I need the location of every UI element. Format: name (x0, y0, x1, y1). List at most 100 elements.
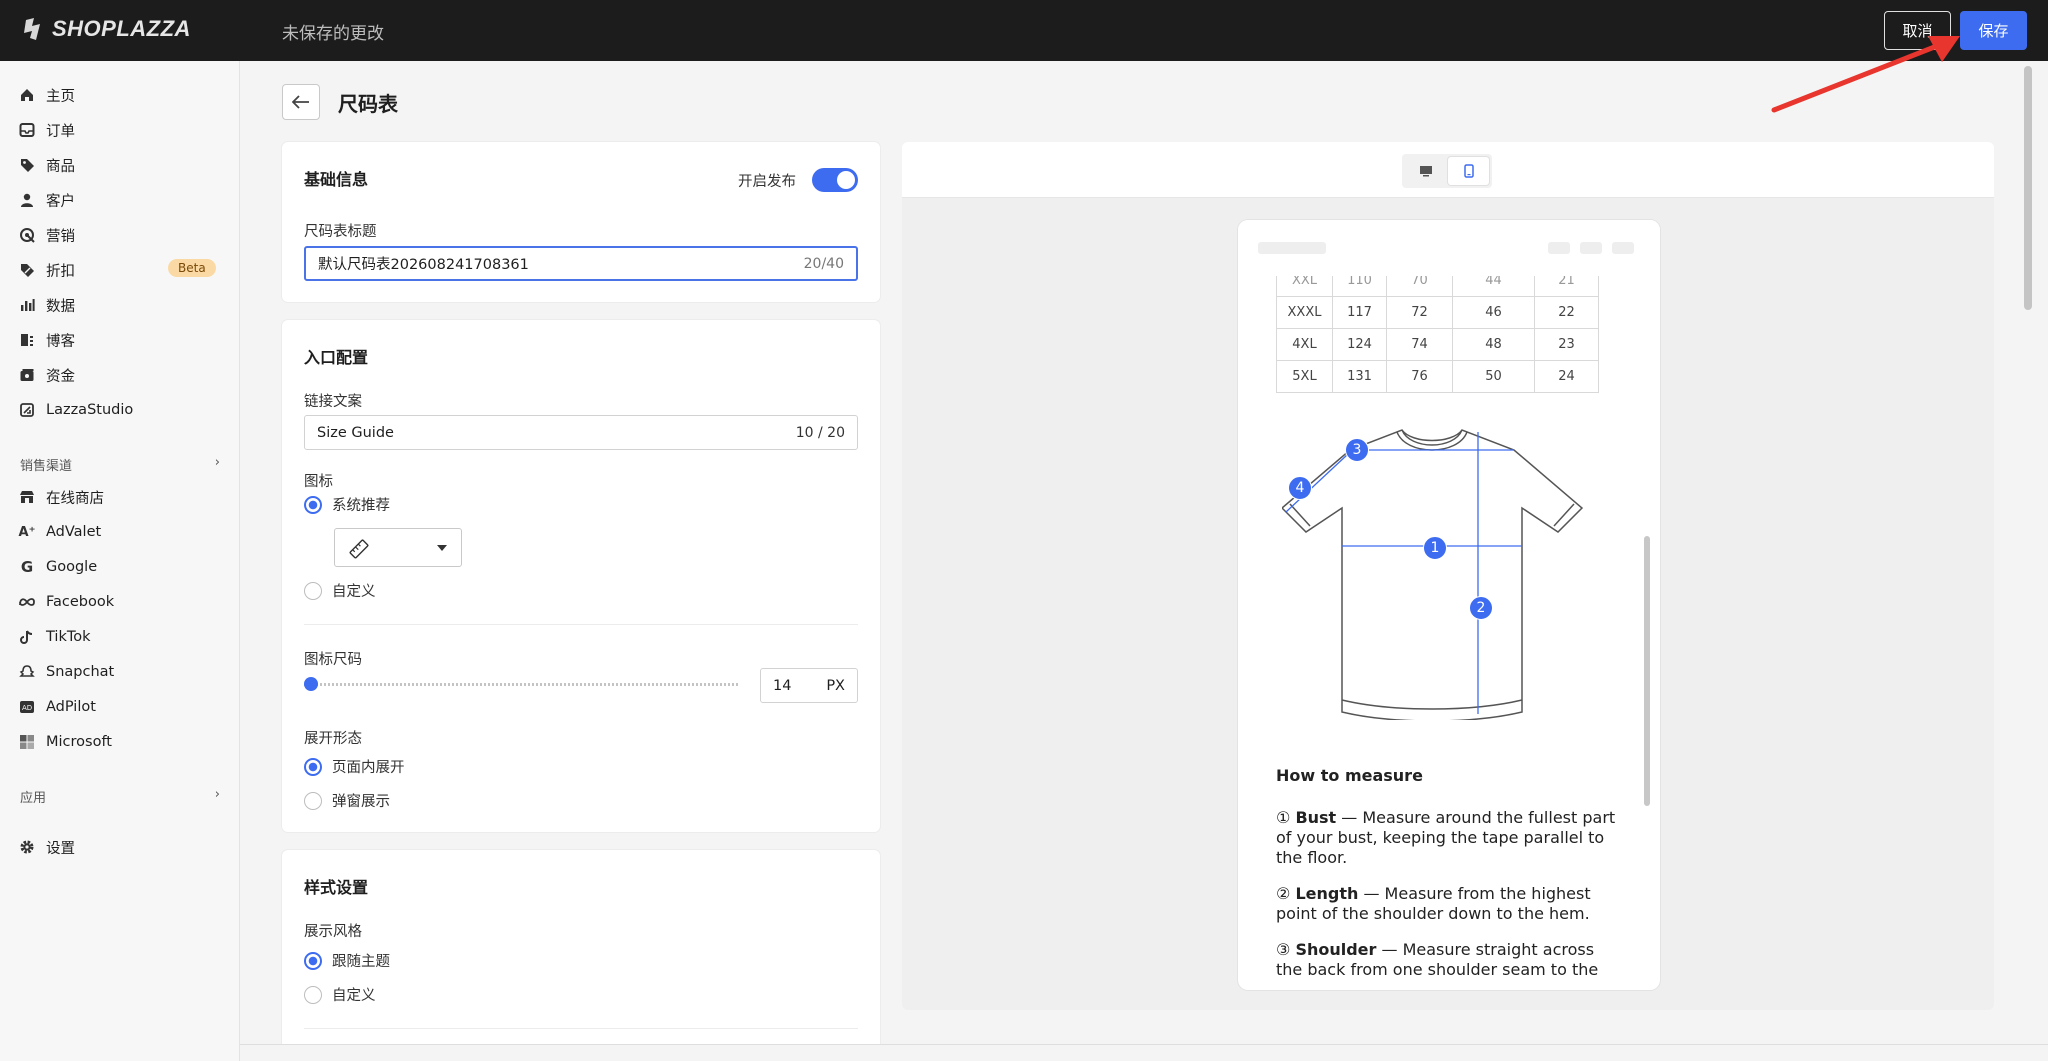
preview-toolbar (902, 142, 1994, 198)
measure-num: ① (1276, 808, 1291, 827)
radio-label: 系统推荐 (332, 498, 390, 514)
input-value: 14 (773, 677, 792, 694)
sidebar-item-online-store[interactable]: 在线商店 (18, 484, 218, 510)
input-value: Size Guide (317, 424, 394, 441)
shoplazza-mark-icon (24, 18, 40, 40)
mobile-icon (1463, 164, 1474, 178)
meta-icon (18, 593, 36, 611)
table-row: 5XL 131 76 50 24 (1276, 360, 1599, 393)
icon-select[interactable] (334, 528, 462, 567)
style-theme-radio[interactable]: 跟随主题 (304, 950, 390, 971)
sidebar-item-google[interactable]: G Google (18, 554, 218, 580)
card-title: 入口配置 (304, 348, 369, 367)
sidebar-item-orders[interactable]: 订单 (18, 117, 218, 143)
sidebar-item-tiktok[interactable]: TikTok (18, 624, 218, 650)
sidebar-item-facebook[interactable]: Facebook (18, 589, 218, 615)
page-scrollbar[interactable] (2024, 66, 2032, 310)
expand-inline-radio[interactable]: 页面内展开 (304, 756, 405, 777)
radio-label: 弹窗展示 (332, 794, 390, 810)
desktop-view-button[interactable] (1405, 157, 1446, 185)
sidebar-item-label: 客户 (46, 193, 75, 210)
sidebar-item-microsoft[interactable]: Microsoft (18, 729, 218, 755)
shoplazza-logo[interactable]: SHOPLAZZA (20, 16, 191, 42)
caret-down-icon (437, 545, 447, 551)
sidebar-item-home[interactable]: 主页 (18, 82, 218, 108)
tiktok-icon (18, 628, 36, 646)
tag-icon (18, 156, 36, 174)
mobile-preview: XXL 110 70 44 21 XXXL 117 72 46 22 4XL 124 7… (1238, 220, 1660, 990)
how-to-measure-title: How to measure (1276, 766, 1423, 785)
table-cell: 22 (1534, 296, 1599, 329)
sidebar-item-label: Google (46, 559, 98, 575)
microsoft-icon (18, 733, 36, 751)
sidebar-item-marketing[interactable]: 营销 (18, 222, 218, 248)
sidebar-item-label: Snapchat (46, 664, 115, 680)
size-table: XXL 110 70 44 21 XXXL 117 72 46 22 4XL 124 7… (1276, 264, 1599, 393)
sidebar-item-adpilot[interactable]: AD AdPilot (18, 694, 218, 720)
sidebar-item-lazzastudio[interactable]: LazzaStudio (18, 397, 218, 423)
horizontal-scroll-track (240, 1044, 2048, 1061)
sidebar-item-settings[interactable]: 设置 (18, 834, 218, 860)
expand-popup-radio[interactable]: 弹窗展示 (304, 790, 390, 811)
link-text-input[interactable]: Size Guide 10 / 20 (304, 415, 858, 450)
style-custom-radio[interactable]: 自定义 (304, 984, 376, 1005)
table-cell: 24 (1534, 360, 1599, 393)
skeleton-icon (1612, 242, 1634, 254)
icon-system-radio[interactable]: 系统推荐 (304, 494, 390, 515)
home-icon (18, 86, 36, 104)
icon-size-slider[interactable] (304, 673, 740, 695)
radio-label: 自定义 (332, 584, 376, 600)
unsaved-changes-text: 未保存的更改 (282, 24, 384, 44)
sidebar-item-analytics[interactable]: 数据 (18, 292, 218, 318)
google-icon: G (20, 558, 34, 576)
slider-handle[interactable] (304, 677, 318, 691)
sidebar-item-products[interactable]: 商品 (18, 152, 218, 178)
name-label: 尺码表标题 (304, 224, 377, 240)
marker-4: 4 (1288, 476, 1312, 500)
chevron-right-icon: › (214, 787, 220, 802)
radio-dot (304, 951, 322, 970)
gear-icon (18, 838, 36, 856)
icon-custom-radio[interactable]: 自定义 (304, 580, 376, 601)
preview-scrollbar[interactable] (1644, 536, 1650, 806)
sidebar-item-customers[interactable]: 客户 (18, 187, 218, 213)
svg-text:AD: AD (22, 704, 32, 712)
sidebar-item-blog[interactable]: 博客 (18, 327, 218, 353)
sidebar-item-snapchat[interactable]: Snapchat (18, 659, 218, 685)
radio-dot (304, 791, 322, 810)
measure-num: ② (1276, 884, 1291, 903)
apps-header[interactable]: 应用 › (20, 787, 220, 806)
table-cell: 76 (1386, 360, 1453, 393)
icon-size-input[interactable]: 14 PX (760, 668, 858, 703)
annotation-arrow-icon (1771, 36, 1960, 113)
inbox-icon (18, 121, 36, 139)
sidebar-item-label: 订单 (46, 123, 75, 140)
ruler-icon (349, 539, 369, 559)
sidebar-item-discounts[interactable]: 折扣 Beta (18, 257, 218, 283)
sidebar-item-finance[interactable]: 资金 (18, 362, 218, 388)
sidebar-item-label: TikTok (46, 629, 91, 645)
mobile-view-button[interactable] (1448, 157, 1489, 185)
radio-label: 跟随主题 (332, 954, 390, 970)
publish-toggle[interactable] (812, 168, 858, 192)
expand-mode-label: 展开形态 (304, 731, 362, 747)
sidebar-item-label: Microsoft (46, 734, 112, 750)
radio-label: 页面内展开 (332, 760, 405, 776)
table-cell: 46 (1452, 296, 1535, 329)
back-button[interactable] (282, 84, 320, 120)
measure-item-shoulder: ③ Shoulder — Measure straight across the… (1276, 940, 1616, 980)
table-cell: XXXL (1276, 296, 1333, 329)
person-icon (18, 191, 36, 209)
sales-channels-header[interactable]: 销售渠道 › (20, 455, 220, 474)
marker-1: 1 (1423, 536, 1447, 560)
sidebar-item-advalet[interactable]: A⁺ AdValet (18, 519, 218, 545)
measure-item-bust: ① Bust — Measure around the fullest part… (1276, 808, 1616, 868)
sidebar-item-label: AdPilot (46, 699, 96, 715)
size-chart-title-input[interactable]: 默认尺码表202608241708361 20/40 (304, 246, 858, 281)
unit-label: PX (826, 677, 845, 694)
chevron-right-icon: › (214, 455, 220, 470)
sidebar-item-label: 设置 (46, 840, 75, 857)
table-cell: 48 (1452, 328, 1535, 361)
card-title: 基础信息 (304, 170, 369, 189)
sidebar-item-label: 博客 (46, 333, 75, 350)
